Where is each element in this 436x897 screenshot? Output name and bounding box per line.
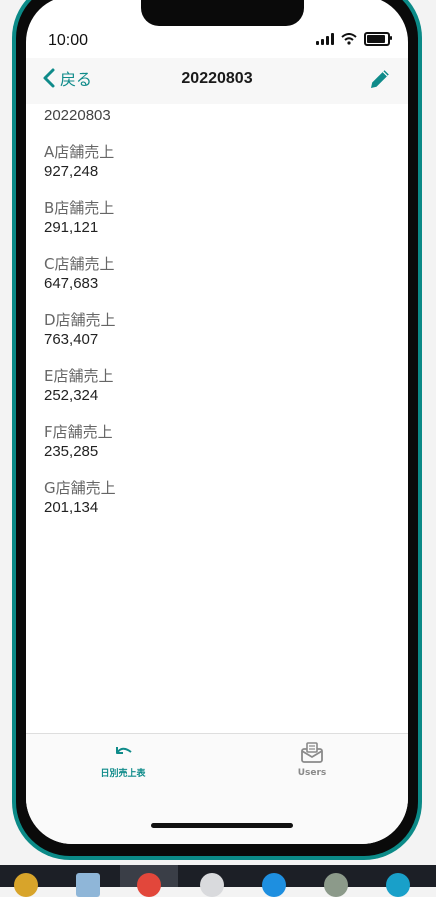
sales-item-label: E店舗売上 xyxy=(44,367,114,385)
browser-icon[interactable] xyxy=(386,873,410,897)
sales-item: F店舗売上 235,285 xyxy=(44,422,390,462)
sales-item-value: 252,324 xyxy=(44,387,99,404)
app-icon[interactable] xyxy=(200,873,224,897)
os-taskbar xyxy=(0,865,436,897)
tab-users[interactable]: Users xyxy=(252,742,372,778)
file-icon[interactable] xyxy=(76,873,100,897)
sales-item-label: G店舗売上 xyxy=(44,479,116,497)
sales-item-value: 201,134 xyxy=(44,499,99,516)
mail-inbox-icon xyxy=(301,742,323,763)
sales-item: G店舗売上 201,134 xyxy=(44,478,390,518)
tab-label: 日別売上表 xyxy=(100,769,146,779)
status-time: 10:00 xyxy=(48,32,89,49)
undo-arrow-icon xyxy=(116,747,132,754)
app-icon[interactable] xyxy=(14,873,38,897)
app-icon[interactable] xyxy=(324,873,348,897)
sales-item-label: D店舗売上 xyxy=(44,311,116,329)
sales-item: D店舗売上 763,407 xyxy=(44,310,390,350)
sales-item-label: C店舗売上 xyxy=(44,255,115,273)
tab-label: Users xyxy=(297,768,327,778)
status-icons xyxy=(316,32,392,46)
tab-daily-sales[interactable]: 日別売上表 xyxy=(63,742,183,779)
sales-item: C店舗売上 647,683 xyxy=(44,254,390,294)
wifi-icon xyxy=(341,33,357,45)
phone-bezel: 10:00 戻る 20220803 20220803 A店舗売上 927,248… xyxy=(16,0,418,856)
home-indicator[interactable] xyxy=(151,823,293,828)
sales-item-label: B店舗売上 xyxy=(44,199,115,217)
app-screen: 10:00 戻る 20220803 20220803 A店舗売上 927,248… xyxy=(26,0,408,844)
page-title: 20220803 xyxy=(181,70,253,87)
browser-icon[interactable] xyxy=(262,873,286,897)
pencil-edit-icon[interactable] xyxy=(368,67,392,91)
sales-item-value: 927,248 xyxy=(44,163,99,180)
sales-item: A店舗売上 927,248 xyxy=(44,142,390,182)
sales-item-value: 647,683 xyxy=(44,275,99,292)
notch xyxy=(141,0,304,26)
sales-item-value: 235,285 xyxy=(44,443,99,460)
sales-item: E店舗売上 252,324 xyxy=(44,366,390,406)
sales-item-label: F店舗売上 xyxy=(44,423,113,441)
navigation-bar: 戻る 20220803 xyxy=(26,58,408,104)
signal-icon xyxy=(316,33,334,45)
record-details: 20220803 A店舗売上 927,248 B店舗売上 291,121 C店舗… xyxy=(44,106,390,534)
record-date: 20220803 xyxy=(44,107,111,124)
browser-icon[interactable] xyxy=(137,873,161,897)
tab-bar: 日別売上表 Users xyxy=(26,733,408,844)
phone-frame: 10:00 戻る 20220803 20220803 A店舗売上 927,248… xyxy=(12,0,422,860)
sales-item-value: 291,121 xyxy=(44,219,99,236)
sales-item-value: 763,407 xyxy=(44,331,99,348)
battery-icon xyxy=(364,32,392,46)
sales-item: B店舗売上 291,121 xyxy=(44,198,390,238)
sales-item-label: A店舗売上 xyxy=(44,143,115,161)
